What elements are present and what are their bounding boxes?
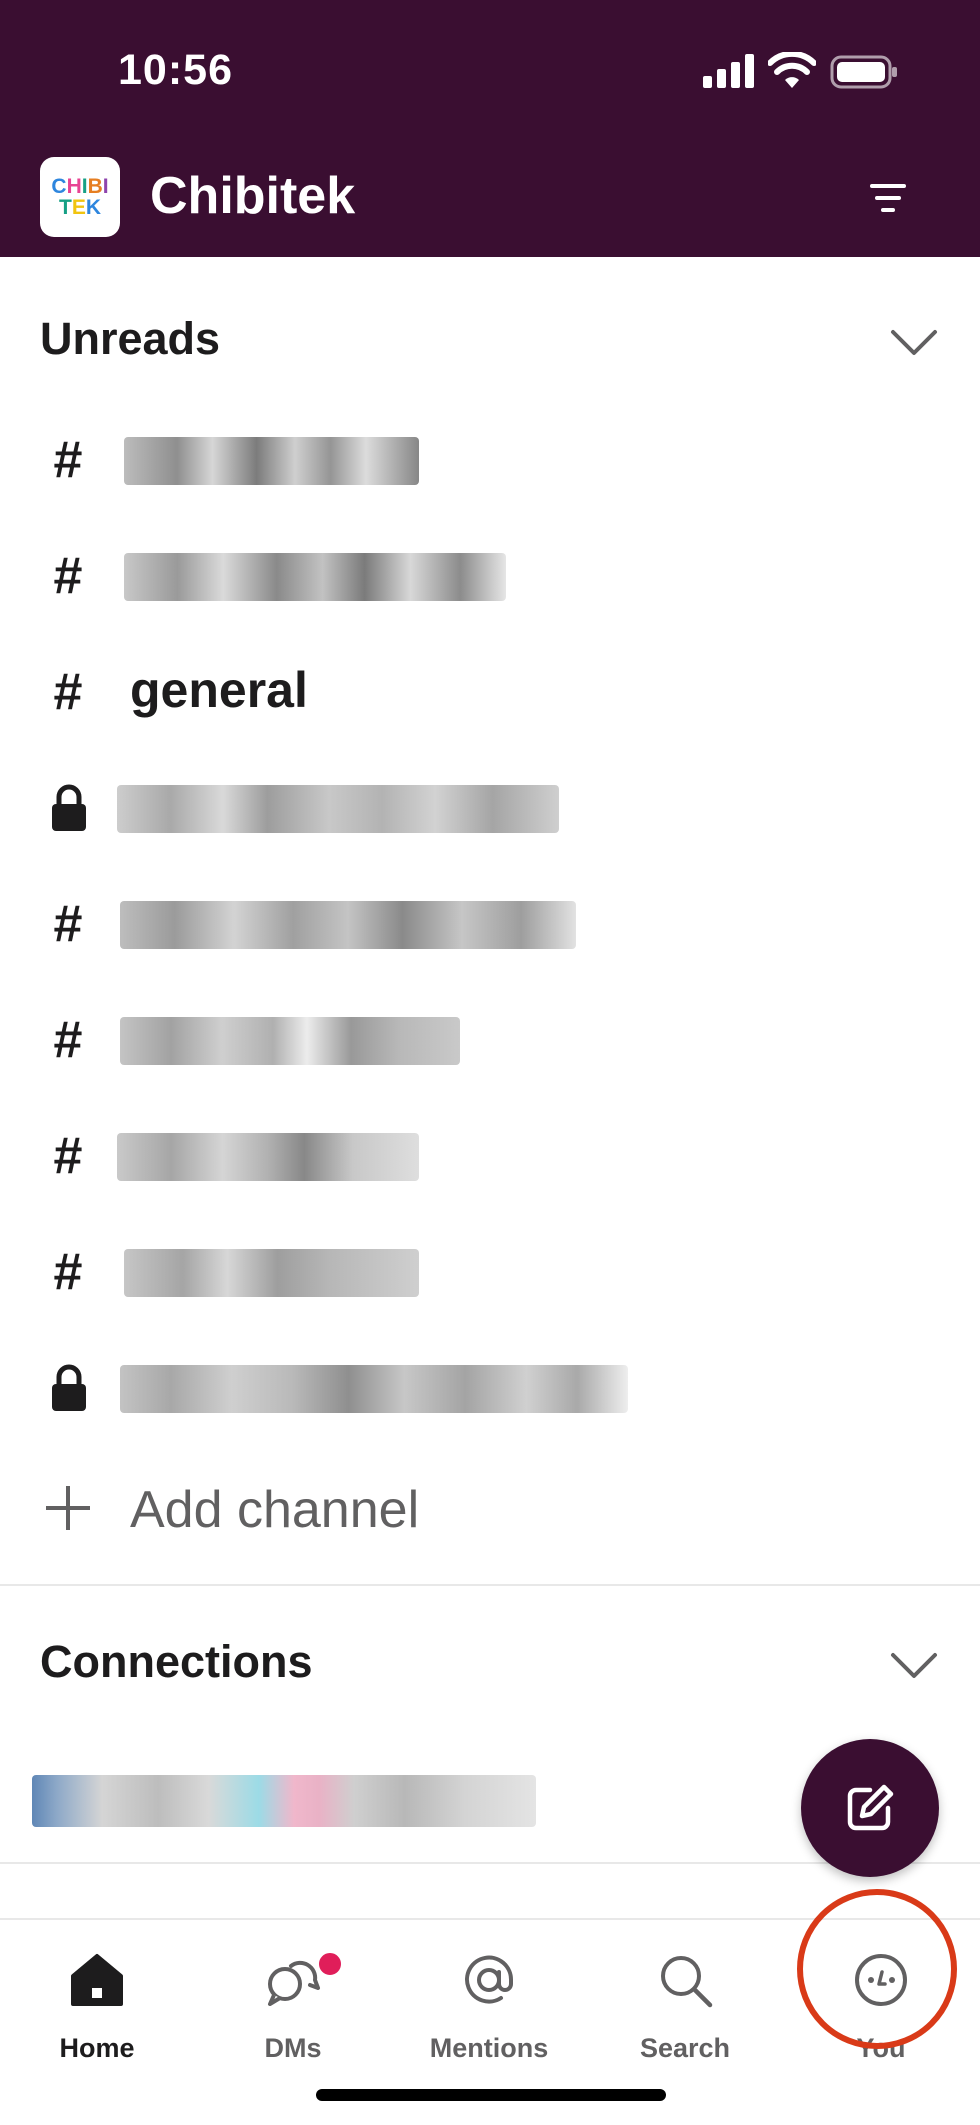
you-tab-highlight-ring: [797, 1889, 957, 2049]
search-icon: [661, 1956, 713, 2008]
compose-icon: [847, 1784, 894, 1831]
blurred-channel-name: [124, 1249, 419, 1297]
chevron-down-icon[interactable]: [890, 1651, 938, 1681]
hash-icon: #: [53, 895, 83, 953]
channel-row[interactable]: # general: [0, 637, 980, 747]
blurred-connection-name: [32, 1775, 536, 1827]
connections-section-title[interactable]: Connections: [40, 1636, 313, 1688]
chevron-down-icon[interactable]: [890, 328, 938, 358]
hash-icon: #: [53, 1127, 83, 1185]
hash-icon: #: [53, 431, 83, 489]
channel-row[interactable]: #: [0, 405, 980, 515]
blurred-channel-name: [117, 785, 559, 833]
hash-icon: #: [53, 547, 83, 605]
hash-icon: #: [53, 1011, 83, 1069]
unreads-section-title[interactable]: Unreads: [40, 313, 220, 365]
blurred-channel-name: [120, 1017, 460, 1065]
channel-row[interactable]: #: [0, 521, 980, 631]
wifi-icon: [768, 52, 816, 88]
tab-search-label: Search: [639, 2033, 731, 2063]
lock-icon: [52, 1364, 86, 1411]
compose-button[interactable]: [801, 1739, 939, 1877]
channel-row[interactable]: #: [0, 1101, 980, 1211]
tab-mentions-label: Mentions: [429, 2033, 549, 2063]
cellular-signal-icon: [703, 54, 754, 88]
hash-icon: #: [53, 1243, 83, 1301]
channel-name: general: [130, 662, 308, 718]
hash-icon: #: [53, 663, 83, 721]
dms-icon: [268, 1960, 320, 2006]
plus-icon: [46, 1486, 90, 1530]
blurred-channel-name: [120, 1365, 628, 1413]
battery-icon: [830, 55, 897, 89]
add-channel-label: Add channel: [130, 1481, 420, 1539]
blurred-channel-name: [124, 437, 419, 485]
at-icon: [465, 1955, 514, 2004]
tab-home-label: Home: [59, 2033, 135, 2063]
tab-dms-label: DMs: [264, 2033, 322, 2063]
tab-dms[interactable]: DMs: [198, 1940, 388, 2063]
app-header: 10:56 CHIBI TEK Chibitek: [0, 0, 980, 257]
tab-home[interactable]: Home: [2, 1940, 192, 2063]
unread-badge: [316, 1950, 344, 1978]
lock-icon: [52, 784, 86, 831]
home-icon: [71, 1954, 123, 2006]
tab-search[interactable]: Search: [590, 1940, 780, 2063]
channel-row[interactable]: #: [0, 985, 980, 1095]
section-divider: [0, 1584, 980, 1586]
tab-mentions[interactable]: Mentions: [394, 1940, 584, 2063]
logo-line-2: TEK: [58, 196, 101, 219]
channel-row[interactable]: [0, 1333, 980, 1443]
workspace-name[interactable]: Chibitek: [150, 166, 355, 226]
workspace-logo[interactable]: CHIBI TEK: [40, 157, 120, 237]
blurred-channel-name: [124, 553, 506, 601]
status-time: 10:56: [118, 46, 233, 94]
blurred-channel-name: [120, 901, 576, 949]
home-indicator: [316, 2089, 666, 2101]
blurred-channel-name: [117, 1133, 419, 1181]
channel-row[interactable]: #: [0, 1217, 980, 1327]
channel-row[interactable]: [0, 753, 980, 863]
logo-line-1: CHIBI: [51, 175, 109, 198]
add-channel-button[interactable]: Add channel: [0, 1460, 980, 1560]
filter-button[interactable]: [870, 180, 910, 216]
channel-row[interactable]: #: [0, 869, 980, 979]
